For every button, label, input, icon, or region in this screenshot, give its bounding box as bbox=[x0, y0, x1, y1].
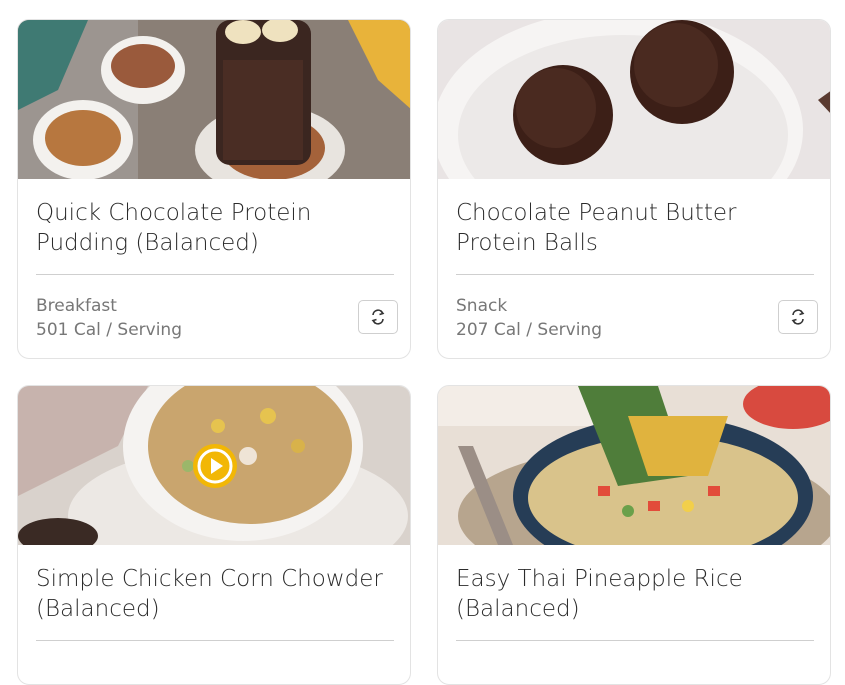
recipe-meta: Snack 207 Cal / Serving bbox=[456, 294, 602, 342]
meal-type: Snack bbox=[456, 296, 508, 316]
calories: 207 Cal / Serving bbox=[456, 320, 602, 340]
divider bbox=[456, 640, 814, 641]
swap-icon bbox=[371, 309, 385, 325]
recipe-card[interactable]: Quick Chocolate Protein Pudding (Balance… bbox=[17, 19, 411, 359]
play-icon[interactable] bbox=[191, 442, 239, 490]
recipe-photo[interactable] bbox=[18, 386, 410, 545]
recipe-title[interactable]: Easy Thai Pineapple Rice (Balanced) bbox=[456, 564, 816, 624]
recipe-title[interactable]: Quick Chocolate Protein Pudding (Balance… bbox=[36, 198, 396, 258]
divider bbox=[36, 640, 394, 641]
recipe-photo[interactable] bbox=[438, 386, 830, 545]
recipe-title[interactable]: Simple Chicken Corn Chowder (Balanced) bbox=[36, 564, 396, 624]
recipe-photo[interactable] bbox=[18, 20, 410, 179]
meal-type: Breakfast bbox=[36, 296, 117, 316]
recipe-photo[interactable] bbox=[438, 20, 830, 179]
recipe-card[interactable]: Easy Thai Pineapple Rice (Balanced) bbox=[437, 385, 831, 685]
swap-recipe-button[interactable] bbox=[778, 300, 818, 334]
divider bbox=[36, 274, 394, 275]
calories: 501 Cal / Serving bbox=[36, 320, 182, 340]
recipe-card[interactable]: Simple Chicken Corn Chowder (Balanced) bbox=[17, 385, 411, 685]
recipe-title[interactable]: Chocolate Peanut Butter Protein Balls bbox=[456, 198, 816, 258]
swap-recipe-button[interactable] bbox=[358, 300, 398, 334]
divider bbox=[456, 274, 814, 275]
recipe-card[interactable]: Chocolate Peanut Butter Protein Balls Sn… bbox=[437, 19, 831, 359]
recipe-meta: Breakfast 501 Cal / Serving bbox=[36, 294, 182, 342]
swap-icon bbox=[791, 309, 805, 325]
